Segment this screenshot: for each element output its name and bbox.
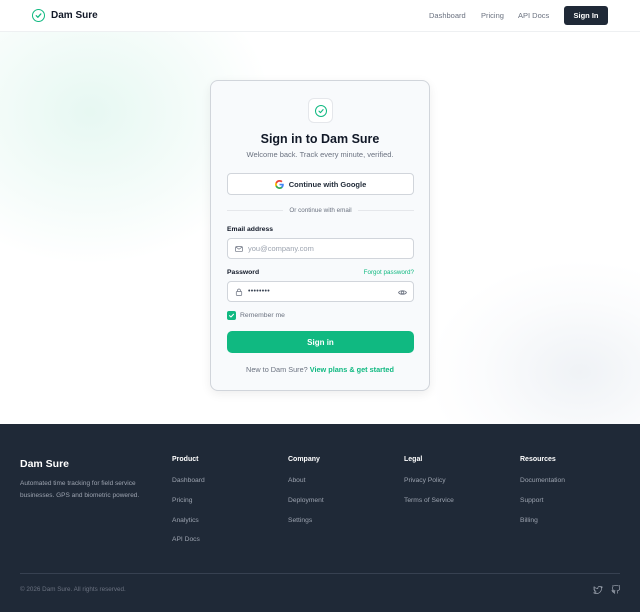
site-header: Dam Sure Dashboard Pricing API Docs Sign… (0, 0, 640, 32)
email-label: Email address (227, 226, 274, 233)
header-sign-in-button[interactable]: Sign In (564, 6, 608, 25)
footer-brand: Dam Sure (20, 458, 70, 470)
divider: Or continue with email (227, 205, 415, 215)
footer-column-title: Resources (520, 456, 556, 463)
divider-line (357, 209, 415, 211)
view-plans-link[interactable]: View plans & get started (310, 365, 394, 374)
divider-text: Or continue with email (289, 206, 352, 214)
card-logo (308, 98, 333, 123)
footer-link-api-docs[interactable]: API Docs (172, 536, 200, 543)
footer-column-title: Product (172, 456, 199, 463)
password-label: Password (227, 269, 260, 276)
brand-name: Dam Sure (51, 10, 98, 21)
eye-icon[interactable] (398, 288, 407, 297)
password-field[interactable]: •••••••• (227, 281, 414, 302)
copyright: © 2026 Dam Sure. All rights reserved. (20, 586, 126, 593)
password-value: •••••••• (248, 288, 271, 295)
background-glow (430, 262, 640, 424)
email-placeholder: you@company.com (248, 244, 314, 253)
footer-column-resources: Resources Documentation Support Billing (520, 456, 565, 524)
footer-column-title: Company (288, 456, 320, 463)
check-icon (227, 311, 236, 320)
page-title: Sign in to Dam Sure (260, 132, 380, 146)
footer-column-title: Legal (404, 456, 423, 463)
email-field[interactable]: you@company.com (227, 238, 414, 259)
sign-in-button[interactable]: Sign in (227, 331, 414, 353)
mail-icon (235, 245, 243, 253)
footer-link-deployment[interactable]: Deployment (288, 497, 324, 504)
github-icon[interactable] (611, 585, 621, 595)
footer-link-about[interactable]: About (288, 477, 305, 484)
signup-prompt: New to Dam Sure? View plans & get starte… (211, 365, 429, 374)
footer-link-billing[interactable]: Billing (520, 517, 538, 524)
google-button-label: Continue with Google (288, 179, 367, 189)
google-icon (274, 179, 284, 189)
page-subtitle: Welcome back. Track every minute, verifi… (246, 150, 394, 159)
sign-in-card: Sign in to Dam Sure Welcome back. Track … (210, 80, 430, 391)
footer-link-analytics[interactable]: Analytics (172, 517, 199, 524)
remember-me-label: Remember me (240, 312, 285, 319)
nav-pricing[interactable]: Pricing (481, 11, 504, 20)
clock-check-icon (32, 9, 45, 22)
footer-link-privacy-policy[interactable]: Privacy Policy (404, 477, 446, 484)
footer-link-settings[interactable]: Settings (288, 517, 312, 524)
site-footer: Dam Sure Automated time tracking for fie… (0, 424, 640, 612)
twitter-icon[interactable] (593, 585, 603, 595)
divider-line (227, 209, 284, 211)
footer-link-support[interactable]: Support (520, 497, 543, 504)
clock-check-icon (314, 104, 327, 117)
forgot-password-link[interactable]: Forgot password? (362, 269, 414, 276)
footer-column-product: Product Dashboard Pricing Analytics API … (172, 456, 205, 543)
remember-me-checkbox[interactable]: Remember me (227, 311, 285, 320)
nav-api-docs[interactable]: API Docs (518, 11, 549, 20)
lock-icon (235, 288, 243, 296)
footer-column-legal: Legal Privacy Policy Terms of Service (404, 456, 454, 504)
signup-prompt-text: New to Dam Sure? (246, 365, 308, 374)
footer-link-documentation[interactable]: Documentation (520, 477, 565, 484)
footer-divider (20, 573, 620, 574)
brand-logo[interactable]: Dam Sure (32, 9, 98, 22)
footer-link-terms-of-service[interactable]: Terms of Service (404, 497, 454, 504)
google-sign-in-button[interactable]: Continue with Google (227, 173, 414, 195)
footer-link-dashboard[interactable]: Dashboard (172, 477, 205, 484)
nav-dashboard[interactable]: Dashboard (429, 11, 466, 20)
footer-link-pricing[interactable]: Pricing (172, 497, 192, 504)
footer-description: Automated time tracking for field servic… (20, 480, 140, 499)
footer-column-company: Company About Deployment Settings (288, 456, 324, 524)
